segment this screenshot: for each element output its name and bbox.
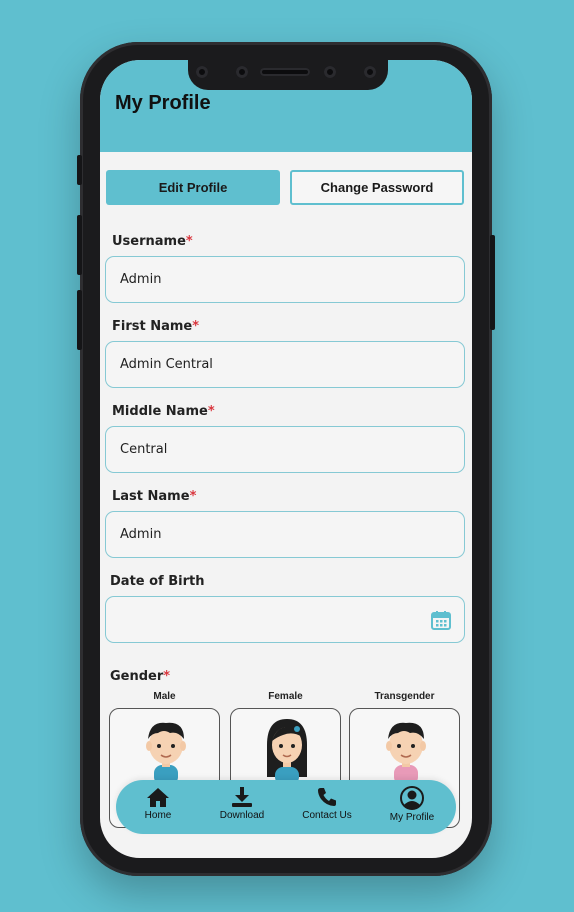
nav-download-label: Download (219, 810, 265, 821)
username-field[interactable] (105, 256, 465, 303)
front-camera-icon (236, 66, 248, 78)
last-name-field[interactable] (105, 511, 465, 558)
power-button (490, 235, 495, 330)
phone-screen: My Profile Edit Profile Change Password … (100, 60, 472, 858)
middle-name-field[interactable] (105, 426, 465, 473)
home-icon (147, 788, 169, 807)
gender-caption-male: Male (153, 691, 176, 702)
first-name-input[interactable] (120, 342, 420, 387)
middle-name-input[interactable] (120, 427, 420, 472)
phone-notch (188, 56, 388, 90)
transgender-avatar-icon (386, 722, 426, 785)
nav-home[interactable]: Home (118, 786, 198, 821)
bottom-navigation: Home Download Contact Us My Profile (116, 780, 456, 834)
dob-label: Date of Birth (110, 574, 205, 589)
volume-up-button (77, 215, 82, 275)
first-name-field[interactable] (105, 341, 465, 388)
middle-name-label: Middle Name* (112, 404, 215, 419)
nav-my-profile-label: My Profile (389, 812, 435, 823)
tab-edit-profile[interactable]: Edit Profile (106, 170, 280, 205)
sensor-icon (196, 66, 208, 78)
female-avatar-icon (267, 719, 307, 785)
male-avatar-icon (146, 722, 186, 785)
profile-icon (400, 786, 424, 810)
sensor-icon (364, 66, 376, 78)
nav-download[interactable]: Download (202, 786, 282, 821)
username-input[interactable] (120, 257, 420, 302)
earpiece-speaker (260, 68, 310, 76)
mute-switch (77, 155, 82, 185)
nav-my-profile[interactable]: My Profile (372, 786, 452, 823)
profile-tabs: Edit Profile Change Password (106, 170, 464, 206)
phone-icon (318, 788, 336, 806)
dob-input[interactable] (120, 597, 420, 642)
download-icon (232, 787, 252, 807)
nav-contact-us-label: Contact Us (302, 810, 352, 821)
dob-field[interactable] (105, 596, 465, 643)
last-name-input[interactable] (120, 512, 420, 557)
gender-caption-female: Female (268, 691, 303, 702)
front-camera-icon (324, 66, 336, 78)
nav-contact-us[interactable]: Contact Us (287, 786, 367, 821)
page-title: My Profile (115, 92, 211, 114)
first-name-label: First Name* (112, 319, 200, 334)
calendar-icon[interactable] (430, 609, 452, 631)
gender-label: Gender* (110, 669, 171, 684)
tab-change-password[interactable]: Change Password (290, 170, 464, 205)
gender-caption-transgender: Transgender (374, 691, 435, 702)
username-label: Username* (112, 234, 193, 249)
volume-down-button (77, 290, 82, 350)
last-name-label: Last Name* (112, 489, 197, 504)
nav-home-label: Home (144, 810, 172, 821)
